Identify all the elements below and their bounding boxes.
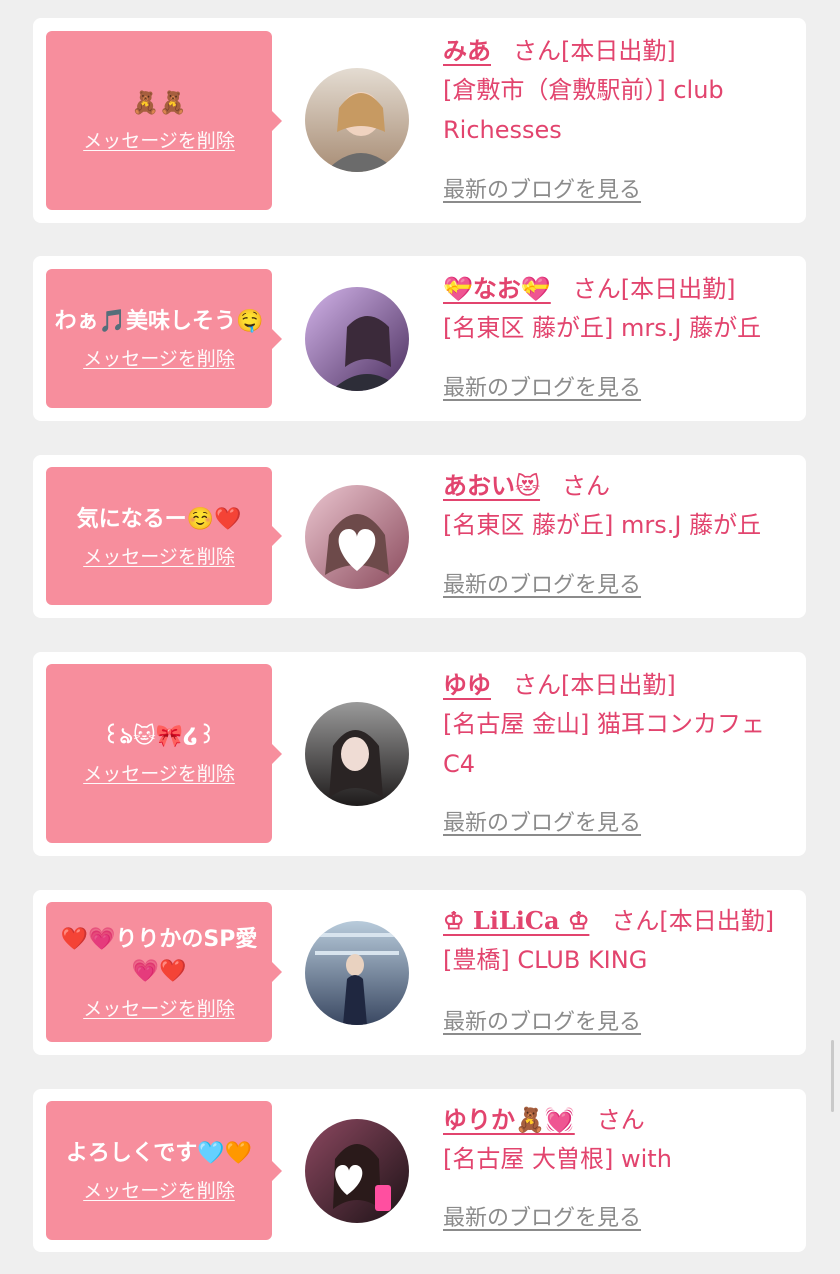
- message-text: ꒰ঌ🐱🎀໒꒱: [102, 724, 216, 749]
- name-line: ゆりか🧸💓 さん: [443, 1101, 792, 1139]
- message-text: 🧸🧸: [131, 91, 187, 116]
- message-text: ❤️💗りりかのSP愛💗❤️: [60, 926, 258, 984]
- delete-message-link[interactable]: メッセージを削除: [83, 344, 235, 371]
- cast-info: ゆゆ さん[本日出勤] [名古屋 金山] 猫耳コンカフェ C4: [443, 666, 792, 784]
- shop-label: [倉敷市（倉敷駅前）] club Richesses: [443, 76, 724, 144]
- cast-info: あおい😻 さん [名東区 藤が丘] mrs.J 藤が丘: [443, 467, 792, 545]
- cast-info: みあ さん[本日出勤] [倉敷市（倉敷駅前）] club Richesses: [443, 32, 792, 150]
- avatar[interactable]: [305, 702, 409, 806]
- name-line: 💝なお💝 さん[本日出勤]: [443, 270, 792, 308]
- avatar-image: [305, 921, 409, 1025]
- avatar[interactable]: [305, 921, 409, 1025]
- shop-label: [名東区 藤が丘] mrs.J 藤が丘: [443, 314, 762, 342]
- shop-label: [豊橋] CLUB KING: [443, 946, 648, 974]
- avatar-image: [305, 287, 409, 391]
- cast-info: 💝なお💝 さん[本日出勤] [名東区 藤が丘] mrs.J 藤が丘: [443, 270, 792, 348]
- delete-message-link[interactable]: メッセージを削除: [83, 542, 235, 569]
- name-line: みあ さん[本日出勤]: [443, 32, 792, 70]
- message-card: わぁ🎵美味しそう🤤 メッセージを削除 💝なお💝 さん[本日出勤] [名東区 藤が丘…: [33, 256, 806, 421]
- avatar[interactable]: [305, 485, 409, 589]
- message-bubble: ❤️💗りりかのSP愛💗❤️ メッセージを削除: [46, 902, 282, 1042]
- message-bubble: よろしくです🩵🧡 メッセージを削除: [46, 1101, 282, 1240]
- message-bubble: 🧸🧸 メッセージを削除: [46, 31, 282, 210]
- honorific: さん: [572, 275, 621, 303]
- message-bubble: ꒰ঌ🐱🎀໒꒱ メッセージを削除: [46, 664, 282, 843]
- name-line: ♔ LiLiCa ♔ さん[本日出勤]: [443, 902, 792, 940]
- attendance-status: [本日出勤]: [561, 671, 676, 699]
- honorific: さん: [562, 472, 611, 500]
- message-card: ❤️💗りりかのSP愛💗❤️ メッセージを削除 ♔ LiLiCa ♔ さん[本日出勤…: [33, 890, 806, 1055]
- cast-name-link[interactable]: ♔ LiLiCa ♔: [443, 906, 589, 935]
- cast-name-link[interactable]: ゆりか🧸💓: [443, 1106, 575, 1134]
- honorific: さん: [513, 37, 561, 65]
- delete-message-link[interactable]: メッセージを削除: [83, 126, 235, 153]
- shop-label: [名古屋 金山] 猫耳コンカフェ C4: [443, 710, 765, 778]
- attendance-status: [本日出勤]: [659, 907, 775, 935]
- name-line: あおい😻 さん: [443, 467, 792, 505]
- scrollbar[interactable]: [831, 1040, 834, 1112]
- cast-info: ♔ LiLiCa ♔ さん[本日出勤] [豊橋] CLUB KING: [443, 902, 792, 980]
- honorific: さん: [611, 907, 660, 935]
- delete-message-link[interactable]: メッセージを削除: [83, 759, 235, 786]
- avatar-image: [305, 68, 409, 172]
- cast-info: ゆりか🧸💓 さん [名古屋 大曽根] with: [443, 1101, 792, 1179]
- latest-blog-link[interactable]: 最新のブログを見る: [443, 1203, 641, 1235]
- message-text: よろしくです🩵🧡: [65, 1141, 253, 1166]
- delete-message-link[interactable]: メッセージを削除: [83, 994, 235, 1021]
- latest-blog-link[interactable]: 最新のブログを見る: [443, 808, 641, 840]
- avatar[interactable]: [305, 68, 409, 172]
- delete-message-link[interactable]: メッセージを削除: [83, 1176, 235, 1203]
- message-card: ꒰ঌ🐱🎀໒꒱ メッセージを削除 ゆゆ さん[本日出勤] [名古屋 金山] 猫耳コン…: [33, 652, 806, 856]
- latest-blog-link[interactable]: 最新のブログを見る: [443, 373, 641, 405]
- attendance-status: [本日出勤]: [620, 275, 736, 303]
- cast-name-link[interactable]: ゆゆ: [443, 671, 491, 699]
- cast-name-link[interactable]: みあ: [443, 37, 491, 65]
- avatar-image: [305, 702, 409, 806]
- avatar-image: [305, 1119, 409, 1223]
- shop-label: [名東区 藤が丘] mrs.J 藤が丘: [443, 511, 762, 539]
- avatar[interactable]: [305, 287, 409, 391]
- honorific: さん: [513, 671, 561, 699]
- shop-label: [名古屋 大曽根] with: [443, 1145, 672, 1173]
- latest-blog-link[interactable]: 最新のブログを見る: [443, 175, 641, 207]
- latest-blog-link[interactable]: 最新のブログを見る: [443, 1007, 641, 1039]
- message-card: よろしくです🩵🧡 メッセージを削除 ゆりか🧸💓 さん [名古屋 大曽根] with…: [33, 1089, 806, 1252]
- message-bubble: わぁ🎵美味しそう🤤 メッセージを削除: [46, 269, 282, 408]
- latest-blog-link[interactable]: 最新のブログを見る: [443, 570, 641, 602]
- name-line: ゆゆ さん[本日出勤]: [443, 666, 792, 704]
- message-text: わぁ🎵美味しそう🤤: [54, 309, 264, 334]
- cast-name-link[interactable]: あおい😻: [443, 472, 540, 500]
- message-card: 🧸🧸 メッセージを削除 みあ さん[本日出勤] [倉敷市（倉敷駅前）] club …: [33, 18, 806, 223]
- message-text: 気になるー☺️❤️: [76, 506, 242, 532]
- avatar-image: [305, 485, 409, 589]
- cast-name-link[interactable]: 💝なお💝: [443, 275, 551, 303]
- message-card: 気になるー☺️❤️ メッセージを削除 あおい😻 さん [名東区 藤が丘] mrs.…: [33, 455, 806, 618]
- avatar[interactable]: [305, 1119, 409, 1223]
- message-bubble: 気になるー☺️❤️ メッセージを削除: [46, 467, 282, 605]
- honorific: さん: [596, 1106, 645, 1134]
- attendance-status: [本日出勤]: [561, 37, 676, 65]
